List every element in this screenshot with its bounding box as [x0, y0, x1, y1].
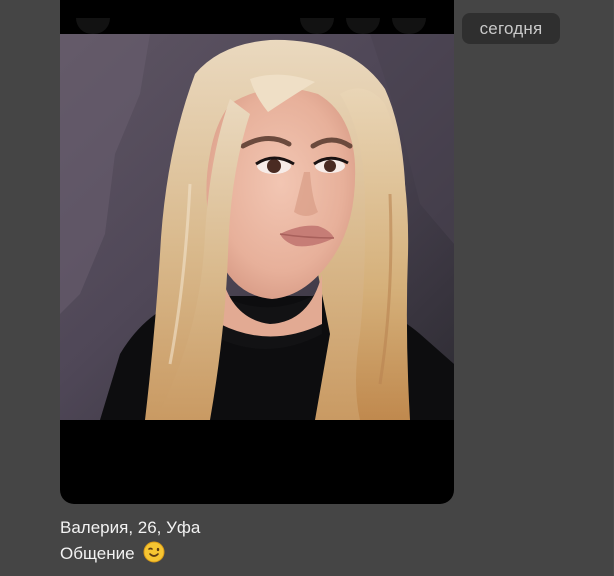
- caption-line-name: Валерия, 26, Уфа: [60, 518, 201, 537]
- date-chip: сегодня: [462, 13, 560, 44]
- chat-view: сегодня Валерия, 26, Уфа Общение: [0, 0, 614, 576]
- overlay-dot: [76, 18, 110, 34]
- caption-purpose-text: Общение: [60, 544, 135, 563]
- overlay-dot: [300, 18, 334, 34]
- winking-face-icon: [143, 541, 165, 571]
- overlay-dot: [346, 18, 380, 34]
- overlay-dot: [392, 18, 426, 34]
- photo-message[interactable]: [60, 0, 454, 504]
- message-caption: Валерия, 26, Уфа Общение: [60, 515, 200, 571]
- profile-photo[interactable]: [60, 34, 454, 420]
- media-top-overlay: [60, 18, 454, 34]
- caption-line-purpose: Общение: [60, 541, 200, 571]
